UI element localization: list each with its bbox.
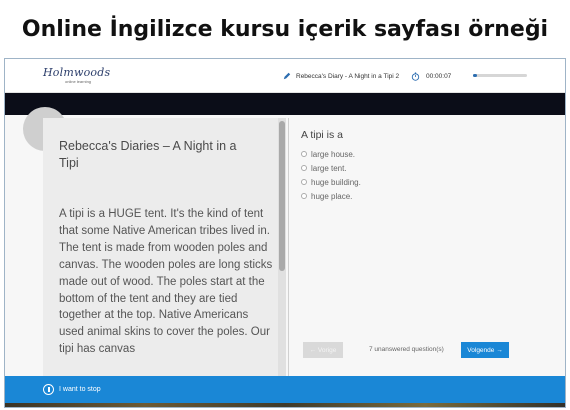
- stop-button[interactable]: I want to stop: [43, 384, 101, 395]
- answer-options: large house. large tent. huge building. …: [301, 147, 361, 203]
- answer-label: large house.: [311, 149, 356, 159]
- question-navigation: ← Vorige 7 unanswered question(s) Volgen…: [303, 342, 509, 358]
- reading-text: A tipi is a HUGE tent. It's the kind of …: [59, 208, 273, 356]
- top-bar: Holmwoods online learning Rebecca's Diar…: [5, 59, 565, 93]
- unanswered-count: 7 unanswered question(s): [369, 346, 444, 353]
- answer-option[interactable]: huge place.: [301, 189, 361, 203]
- reading-panel: Rebecca's Diaries – A Night in a Tipi A …: [43, 118, 285, 376]
- logo-subtitle: online learning: [65, 79, 92, 84]
- stopwatch-icon: [411, 71, 420, 81]
- reading-title: Rebecca's Diaries – A Night in a Tipi: [59, 139, 237, 170]
- brand-logo[interactable]: Holmwoods online learning: [43, 66, 123, 88]
- app-window: Holmwoods online learning Rebecca's Diar…: [4, 58, 566, 408]
- next-button[interactable]: Volgende →: [461, 342, 509, 358]
- answer-label: huge place.: [311, 191, 353, 201]
- page-headline: Online İngilizce kursu içerik sayfası ör…: [21, 16, 549, 42]
- breadcrumb: Rebecca's Diary - A Night in a Tipi 2: [283, 69, 399, 83]
- header-band: [5, 93, 565, 115]
- content-area: Rebecca's Diaries – A Night in a Tipi A …: [5, 107, 565, 376]
- radio-button[interactable]: [301, 193, 307, 199]
- previous-button[interactable]: ← Vorige: [303, 342, 343, 358]
- pencil-icon: [283, 72, 291, 80]
- radio-button[interactable]: [301, 165, 307, 171]
- answer-option[interactable]: large house.: [301, 147, 361, 161]
- background-strip: [5, 403, 565, 407]
- panel-divider: [288, 118, 289, 376]
- scrollbar-thumb[interactable]: [279, 121, 285, 271]
- progress-fill: [473, 74, 478, 77]
- breadcrumb-label: Rebecca's Diary - A Night in a Tipi 2: [296, 72, 400, 80]
- stop-icon: [43, 384, 54, 395]
- answer-option[interactable]: large tent.: [301, 161, 361, 175]
- radio-button[interactable]: [301, 179, 307, 185]
- bottom-bar: I want to stop: [5, 376, 565, 403]
- answer-label: large tent.: [311, 163, 347, 173]
- logo-text: Holmwoods: [43, 66, 111, 79]
- answer-option[interactable]: huge building.: [301, 175, 361, 189]
- timer-value: 00:00:07: [426, 72, 452, 80]
- radio-button[interactable]: [301, 151, 307, 157]
- answer-label: huge building.: [311, 177, 361, 187]
- stop-label: I want to stop: [59, 386, 101, 393]
- question-text: A tipi is a: [301, 129, 344, 141]
- progress-bar: [473, 74, 527, 77]
- timer: 00:00:07: [411, 69, 451, 83]
